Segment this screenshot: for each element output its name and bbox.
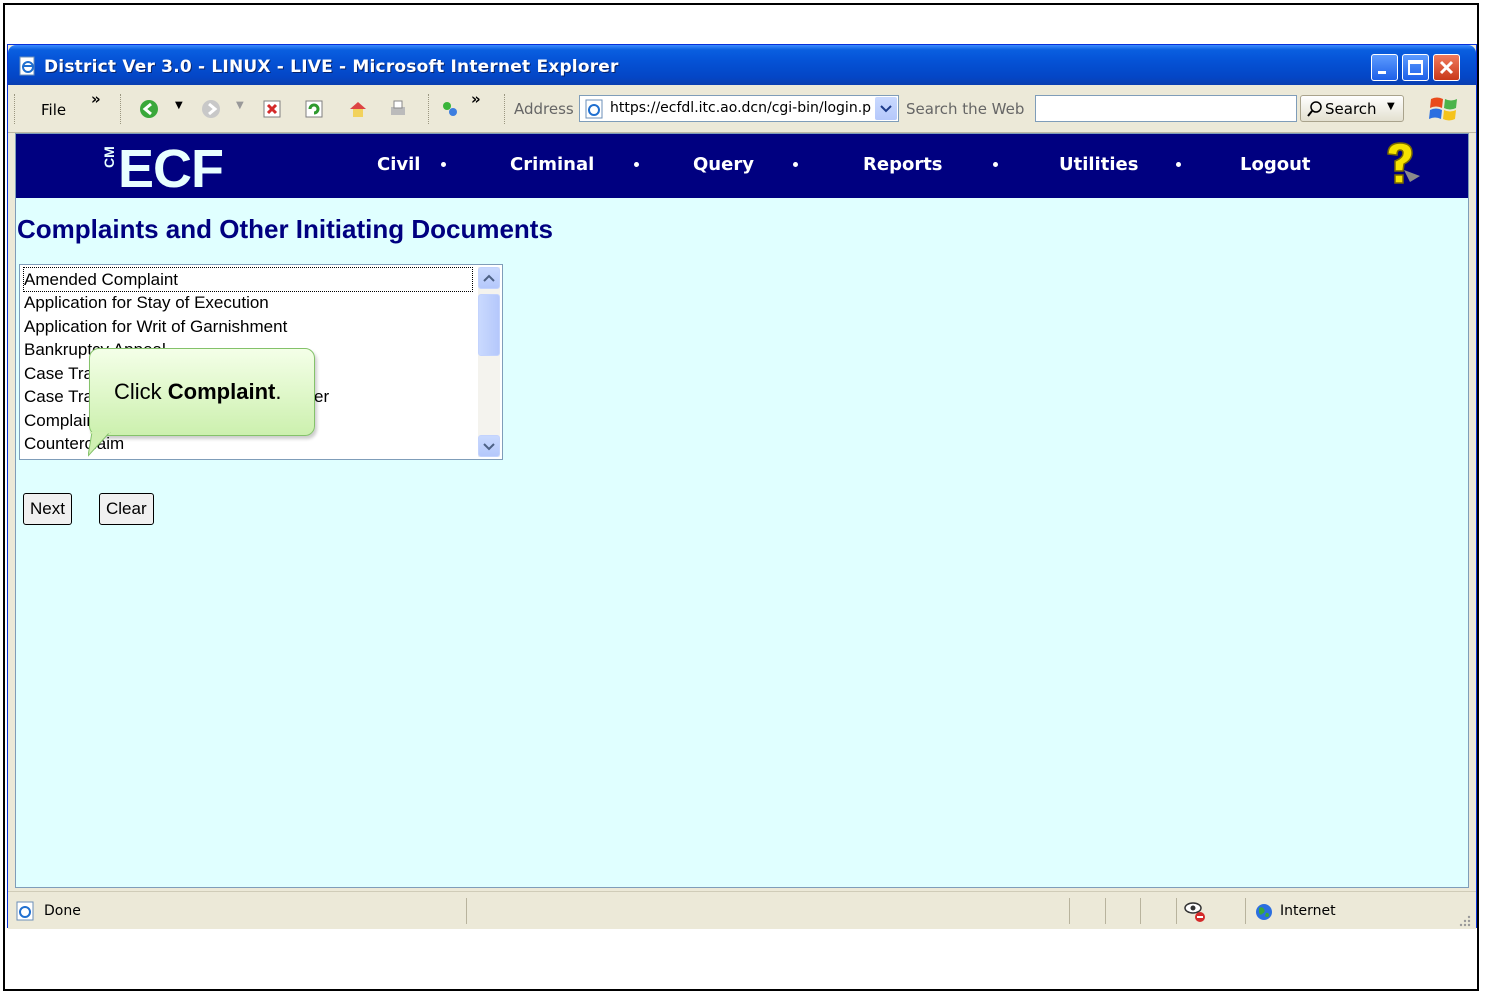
window-title: District Ver 3.0 - LINUX - LIVE - Micros… (44, 57, 619, 77)
scroll-down-button[interactable] (478, 435, 500, 457)
toolbar-chevron[interactable]: » (471, 90, 481, 108)
ecf-logo: ECF (118, 139, 224, 199)
search-button[interactable]: Search ▼ (1300, 95, 1404, 122)
maximize-button[interactable] (1402, 54, 1429, 81)
address-bar[interactable]: https://ecfdl.itc.ao.dcn/cgi-bin/login.p (579, 95, 899, 122)
refresh-icon[interactable] (304, 99, 324, 119)
menu-civil[interactable]: Civil (377, 154, 420, 175)
clear-button[interactable]: Clear (99, 493, 154, 525)
instruction-callout: Click Complaint. (89, 348, 315, 436)
list-item[interactable]: Amended Complaint (23, 267, 473, 292)
search-dropdown-icon[interactable]: ▼ (1387, 101, 1395, 112)
status-text: Done (44, 903, 81, 919)
menu-separator-dot (634, 162, 639, 167)
menu-criminal[interactable]: Criminal (510, 154, 594, 175)
chevron-down-icon (483, 443, 495, 451)
print-icon[interactable] (388, 99, 408, 119)
file-menu[interactable]: File (41, 101, 66, 119)
menu-chevron[interactable]: » (91, 90, 101, 108)
security-zone-label: Internet (1280, 903, 1336, 919)
menu-utilities[interactable]: Utilities (1059, 154, 1138, 175)
back-icon[interactable] (139, 99, 159, 119)
menu-separator-dot (793, 162, 798, 167)
address-label: Address (514, 100, 574, 118)
logo-cm: CM (101, 146, 117, 168)
address-value: https://ecfdl.itc.ao.dcn/cgi-bin/login.p (610, 100, 872, 116)
scroll-thumb[interactable] (478, 294, 500, 356)
toolbar-grip (504, 94, 508, 124)
forward-dropdown-icon[interactable]: ▼ (236, 100, 244, 111)
listbox-scrollbar[interactable] (478, 267, 500, 457)
ecf-menu-bar: CM ECF Civil Criminal Query Reports Util… (16, 134, 1468, 199)
address-dropdown-button[interactable] (875, 97, 897, 120)
status-separator (1105, 898, 1106, 924)
minimize-icon (1378, 71, 1386, 74)
forward-icon[interactable] (201, 99, 221, 119)
toolbar-grip (120, 94, 124, 124)
menu-separator-dot (993, 162, 998, 167)
title-bar: District Ver 3.0 - LINUX - LIVE - Micros… (8, 45, 1476, 85)
chevron-up-icon (483, 274, 495, 282)
status-separator (1176, 898, 1177, 924)
help-icon[interactable] (1376, 140, 1426, 190)
page-content: CM ECF Civil Criminal Query Reports Util… (15, 133, 1469, 888)
messenger-icon[interactable] (440, 99, 460, 119)
resize-grip-icon[interactable] (1456, 912, 1472, 928)
maximize-icon (1408, 60, 1423, 75)
status-separator (1140, 898, 1141, 924)
privacy-report-icon[interactable] (1182, 898, 1208, 924)
menu-reports[interactable]: Reports (863, 154, 943, 175)
callout-bold-term: Complaint (167, 379, 276, 404)
search-the-web-label: Search the Web (906, 100, 1025, 118)
page-title: Complaints and Other Initiating Document… (17, 214, 553, 244)
internet-zone-icon (1256, 904, 1272, 920)
status-separator (1245, 898, 1246, 924)
search-input[interactable] (1035, 95, 1297, 122)
back-dropdown-icon[interactable]: ▼ (175, 100, 183, 111)
menu-separator-dot (1176, 162, 1181, 167)
browser-window: District Ver 3.0 - LINUX - LIVE - Micros… (7, 44, 1477, 929)
stop-icon[interactable] (262, 99, 282, 119)
home-icon[interactable] (348, 99, 368, 119)
ie-page-icon (16, 901, 34, 921)
toolbar-grip (428, 94, 432, 124)
ie-page-icon (19, 56, 35, 76)
chevron-down-icon (880, 105, 892, 113)
toolbar-grip (14, 94, 18, 124)
list-item[interactable]: Application for Writ of Garnishment (24, 315, 287, 338)
list-item[interactable]: Application for Stay of Execution (24, 291, 269, 314)
next-button[interactable]: Next (23, 493, 72, 525)
close-button[interactable] (1433, 54, 1460, 81)
ie-page-icon (585, 99, 603, 119)
menu-query[interactable]: Query (693, 154, 754, 175)
browser-toolbar: File » ▼ ▼ » Address https://ecfdl.itc.a… (8, 86, 1476, 133)
scroll-up-button[interactable] (478, 267, 500, 289)
search-button-label: Search (1325, 100, 1377, 118)
minimize-button[interactable] (1371, 54, 1398, 81)
windows-logo-icon (1429, 97, 1457, 121)
status-separator (1069, 898, 1070, 924)
callout-pointer (88, 432, 111, 457)
menu-separator-dot (441, 162, 446, 167)
callout-text: Click Complaint. (114, 379, 282, 404)
status-separator (466, 898, 467, 924)
menu-logout[interactable]: Logout (1240, 154, 1311, 175)
close-icon (1439, 60, 1454, 75)
status-bar: Done Internet (8, 891, 1476, 929)
search-icon (1307, 101, 1322, 117)
